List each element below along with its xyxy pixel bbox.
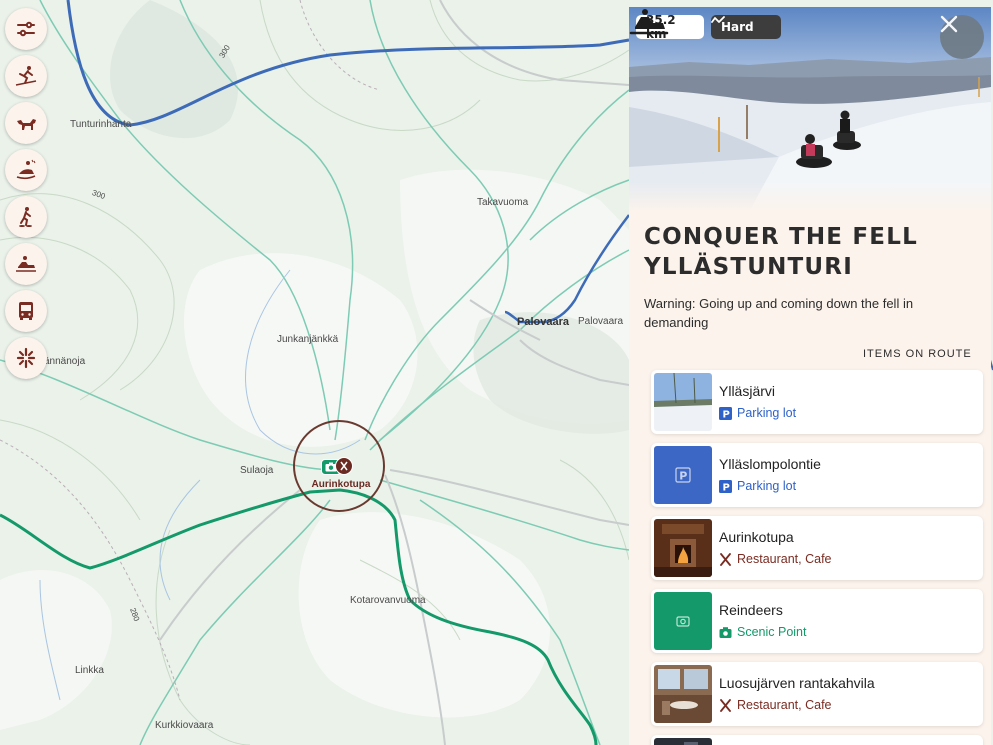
close-panel-button[interactable] bbox=[940, 15, 984, 59]
item-name: Reindeers bbox=[719, 602, 783, 618]
restaurant-icon[interactable] bbox=[335, 457, 353, 475]
items-on-route-heading: ITEMS ON ROUTE bbox=[863, 348, 972, 360]
item-category-label: Parking lot bbox=[737, 406, 797, 420]
filter-button[interactable] bbox=[5, 8, 47, 50]
parking-icon: P bbox=[719, 406, 732, 420]
route-item-yllaslompolontie[interactable]: P Ylläslompolontie P Parking lot bbox=[651, 443, 983, 507]
elevation-wave-icon bbox=[711, 16, 725, 23]
item-name: Luosujärven rantakahvila bbox=[719, 675, 875, 691]
route-title: CONQUER THE FELL YLLÄSTUNTURI bbox=[644, 222, 974, 282]
route-item-next[interactable] bbox=[651, 735, 983, 745]
map-label-palovaara-place: Palovaara bbox=[517, 316, 569, 328]
map-label-linkka: Linkka bbox=[75, 665, 104, 676]
camera-icon bbox=[654, 592, 712, 650]
item-thumbnail bbox=[654, 519, 712, 577]
item-category: P Parking lot bbox=[719, 406, 796, 420]
snowmobile-sled-icon bbox=[16, 159, 36, 180]
route-detail-panel: 35.2 km Hard CONQUER THE FELL YLLÄSTUNTU… bbox=[629, 7, 991, 745]
close-icon bbox=[940, 15, 958, 33]
cross-country-skiing-icon bbox=[15, 66, 37, 86]
route-difficulty-label: Hard bbox=[721, 20, 754, 34]
bus-button[interactable] bbox=[5, 290, 47, 332]
snowmobile-button[interactable] bbox=[5, 243, 47, 285]
route-item-yllasjarvi[interactable]: Ylläsjärvi P Parking lot bbox=[651, 370, 983, 434]
parking-icon: P bbox=[654, 446, 712, 504]
snowmobile-icon bbox=[629, 9, 669, 35]
item-thumbnail bbox=[654, 665, 712, 723]
svg-text:P: P bbox=[723, 409, 730, 420]
route-hero-image: 35.2 km Hard bbox=[629, 7, 991, 212]
map-label-kotarovanvuoma: Kotarovanvuoma bbox=[350, 595, 426, 606]
snowshoe-hiking-button[interactable] bbox=[5, 196, 47, 238]
map-label-annanoja: ännänoja bbox=[44, 356, 86, 367]
route-difficulty-badge: Hard bbox=[711, 15, 781, 39]
dog-icon bbox=[17, 119, 36, 130]
camera-icon bbox=[719, 626, 732, 639]
hero-fade bbox=[629, 182, 991, 212]
fork-knife-icon bbox=[719, 552, 732, 566]
item-category: P Parking lot bbox=[719, 479, 796, 493]
dog-sledding-button[interactable] bbox=[5, 102, 47, 144]
marker-label: Aurinkotupa bbox=[311, 479, 371, 490]
item-thumbnail: P bbox=[654, 446, 712, 504]
snowmobile-safari-button[interactable] bbox=[5, 149, 47, 191]
snowshoe-hiking-icon bbox=[19, 207, 32, 227]
route-item-luosujarven-rantakahvila[interactable]: Luosujärven rantakahvila Restaurant, Caf… bbox=[651, 662, 983, 726]
cafe-interior-photo bbox=[654, 665, 712, 723]
selected-poi-marker[interactable]: Aurinkotupa bbox=[293, 420, 385, 512]
map-layer-toolbar bbox=[5, 8, 47, 384]
svg-text:P: P bbox=[679, 470, 687, 483]
item-name: Ylläsjärvi bbox=[719, 383, 776, 399]
item-category-label: Scenic Point bbox=[737, 625, 807, 639]
map-label-tunturinhanta: Tunturinhanta bbox=[70, 119, 132, 130]
route-title-line1: CONQUER THE FELL bbox=[644, 224, 918, 250]
snowmobile-icon bbox=[16, 256, 36, 272]
map-label-takavuoma: Takavuoma bbox=[477, 197, 529, 208]
map-label-palovaara-hill: Palovaara bbox=[578, 316, 624, 327]
item-name: Ylläslompolontie bbox=[719, 456, 821, 472]
filter-sliders-icon bbox=[17, 21, 35, 37]
item-category-label: Restaurant, Cafe bbox=[737, 698, 832, 712]
map-label-sulaoja: Sulaoja bbox=[240, 465, 274, 476]
item-category: Restaurant, Cafe bbox=[719, 552, 832, 566]
item-category-label: Restaurant, Cafe bbox=[737, 552, 832, 566]
map-label-junkanjankka: Junkanjänkkä bbox=[277, 334, 339, 345]
next-item-photo bbox=[654, 738, 712, 745]
item-thumbnail bbox=[654, 738, 712, 745]
item-category: Scenic Point bbox=[719, 625, 806, 639]
item-thumbnail bbox=[654, 592, 712, 650]
services-button[interactable] bbox=[5, 337, 47, 379]
item-thumbnail bbox=[654, 373, 712, 431]
route-title-line2: YLLÄSTUNTURI bbox=[644, 254, 853, 280]
lake-photo bbox=[654, 373, 712, 431]
svg-text:P: P bbox=[723, 482, 730, 493]
fireplace-photo bbox=[654, 519, 712, 577]
route-items-list: Ylläsjärvi P Parking lot P Ylläslompolon… bbox=[651, 370, 983, 745]
item-category: Restaurant, Cafe bbox=[719, 698, 832, 712]
item-name: Aurinkotupa bbox=[719, 529, 794, 545]
parking-icon: P bbox=[719, 479, 732, 493]
route-warning-text: Warning: Going up and coming down the fe… bbox=[644, 296, 914, 330]
map-label-kurkkiovaara: Kurkkiovaara bbox=[155, 720, 214, 731]
route-item-reindeers[interactable]: Reindeers Scenic Point bbox=[651, 589, 983, 653]
item-category-label: Parking lot bbox=[737, 479, 797, 493]
cross-country-skiing-button[interactable] bbox=[5, 55, 47, 97]
fork-knife-icon bbox=[719, 698, 732, 712]
route-item-aurinkotupa[interactable]: Aurinkotupa Restaurant, Cafe bbox=[651, 516, 983, 580]
bus-icon bbox=[19, 302, 33, 320]
sparkle-services-icon bbox=[16, 347, 36, 369]
